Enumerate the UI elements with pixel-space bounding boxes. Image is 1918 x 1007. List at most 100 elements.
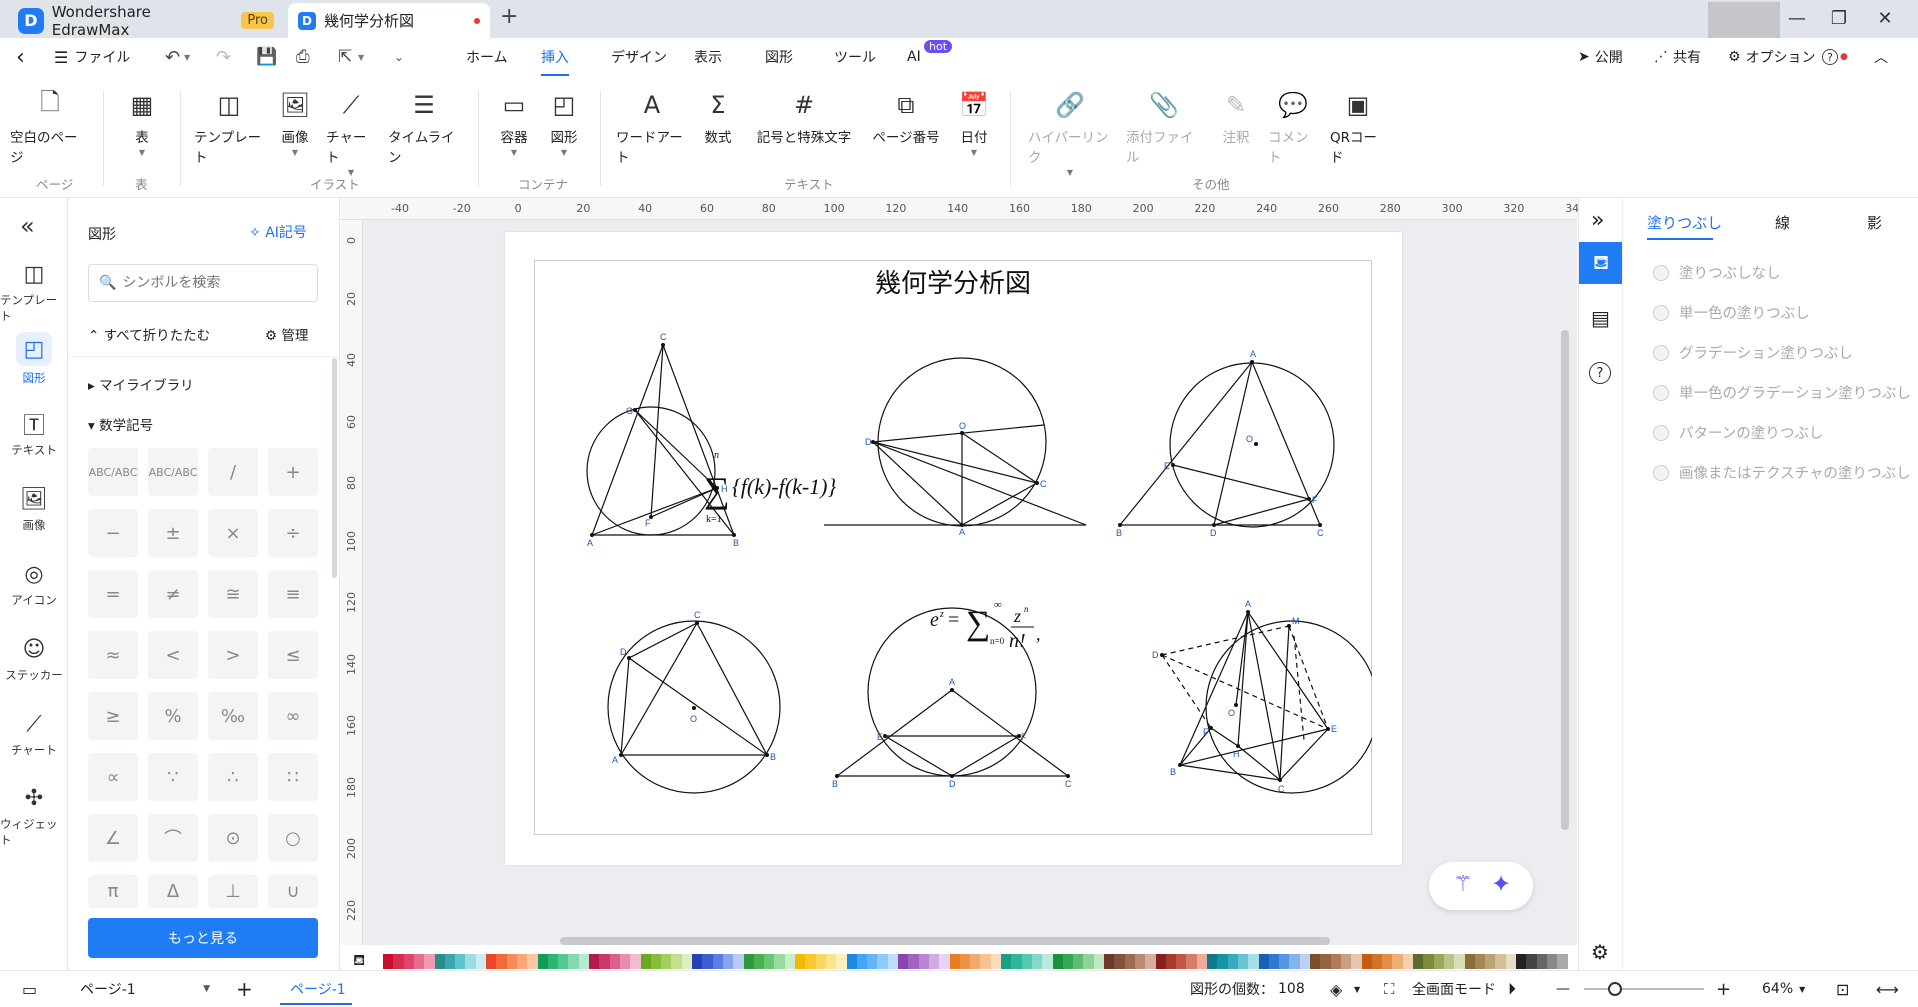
math-symbol-item[interactable]: + [268,448,318,496]
rail-text[interactable]: 🅃 テキスト [0,410,68,458]
help-button[interactable]: ? ● [1822,38,1848,76]
math-symbol-item[interactable]: ∞ [268,692,318,740]
new-tab-button[interactable]: + [500,4,518,29]
shape-button[interactable]: ◰ 図形 ▼ [546,90,582,157]
math-symbol-item[interactable]: ⊥ [208,875,258,908]
math-symbol-item[interactable]: ∵ [148,753,198,801]
fullscreen-mode-label[interactable]: 全画面モード [1412,971,1496,1007]
publish-button[interactable]: ➤ 公開 [1578,38,1623,76]
print-icon[interactable]: ⎙ [296,38,310,76]
math-symbol-item[interactable]: ABC/ABC [148,448,198,496]
note-button[interactable]: ✎ 注釈 [1218,90,1254,146]
rail-template[interactable]: ◫ テンプレート [0,260,68,324]
page-view-icon[interactable]: ▭ [22,971,37,1007]
math-symbol-item[interactable]: Δ [148,875,198,908]
figure-complex-inscribed[interactable] [1161,611,1372,794]
ai-symbol-button[interactable]: ✧ AI記号 [249,222,307,242]
collapse-panel-icon[interactable]: « [20,212,35,240]
math-symbol-item[interactable]: ∝ [88,753,138,801]
focus-icon[interactable]: ⛶ [1384,971,1395,1007]
maximize-button[interactable]: ❐ [1816,0,1862,36]
math-symbol-item[interactable]: > [208,631,258,679]
math-symbol-item[interactable]: = [88,570,138,618]
geometry-diagram[interactable]: 幾何学分析図 C G H F A B O D C A A O E F B D C… [534,260,1372,835]
my-library-section[interactable]: ▸ マイライブラリ [88,374,194,394]
math-symbol-item[interactable]: ≥ [88,692,138,740]
search-input[interactable] [122,275,303,291]
canvas-vertical-scrollbar[interactable] [1561,330,1569,830]
menu-insert[interactable]: 挿入 [541,38,569,76]
template-button[interactable]: ◫ テンプレート [194,90,264,166]
magic-wand-icon[interactable]: ⚚ [1453,872,1473,897]
symbols-button[interactable]: # 記号と特殊文字 [752,90,856,146]
math-symbol-item[interactable]: ⊙ [208,814,258,862]
rail-shapes[interactable]: ◰ 図形 [0,332,68,386]
undo-dropdown-icon[interactable]: ▼ [184,38,190,76]
menu-home[interactable]: ホーム [466,38,508,76]
table-button[interactable]: ▦ 表 ▼ [122,90,162,157]
math-symbol-item[interactable]: ○ [268,814,318,862]
app-tab[interactable]: D Wondershare EdrawMax Pro [8,3,284,39]
option-gradient-fill[interactable]: グラデーション塗りつぶし [1653,342,1853,363]
rail-sticker[interactable]: ☺ ステッカー [0,635,68,683]
math-symbol-item[interactable]: < [148,631,198,679]
more-button[interactable]: もっと見る [88,918,318,958]
math-symbol-item[interactable]: ≠ [148,570,198,618]
qrcode-button[interactable]: ▣ QRコード [1330,90,1386,166]
blank-page-button[interactable]: 🗋 空白のページ [10,88,90,167]
manage-button[interactable]: ⚙ 管理 [265,324,308,344]
option-image-fill[interactable]: 画像またはテクスチャの塗りつぶし [1653,462,1911,483]
zoom-slider[interactable] [1584,988,1704,990]
math-symbol-item[interactable]: ABC/ABC [88,448,138,496]
menu-view[interactable]: 表示 [694,38,722,76]
help-circle-icon[interactable]: ? [1589,362,1611,384]
layers-icon[interactable]: ◈ [1330,971,1342,1007]
rail-image[interactable]: 🖼 画像 [0,485,68,533]
page-number-button[interactable]: ⧉ ページ番号 [870,90,942,146]
menu-ai[interactable]: AI [907,38,921,76]
math-symbol-item[interactable]: ∴ [208,753,258,801]
symbol-search[interactable]: 🔍 [88,264,318,302]
menu-tools[interactable]: ツール [834,38,876,76]
math-symbol-item[interactable]: × [208,509,258,557]
formula-button[interactable]: Σ 数式 [700,90,736,146]
option-single-gradient-fill[interactable]: 単一色のグラデーション塗りつぶし [1653,382,1911,403]
figure-circle-tangent[interactable] [824,357,1087,527]
math-symbols-section[interactable]: ▾ 数学記号 [88,414,153,434]
avatar[interactable] [1708,2,1780,38]
minimize-button[interactable]: — [1774,0,1820,36]
fill-bucket-icon[interactable]: ⛾ [353,951,365,971]
math-symbol-item[interactable]: % [148,692,198,740]
page-selector[interactable]: ページ-1 ▼ [80,971,210,1007]
zoom-slider-knob[interactable] [1608,982,1622,996]
rail-widget[interactable]: ✣ ウィジェット [0,784,68,848]
back-button[interactable]: ‹ [16,38,25,76]
hyperlink-button[interactable]: 🔗 ハイパーリンク ▼ [1028,90,1112,177]
math-symbol-item[interactable]: ÷ [268,509,318,557]
tab-fill[interactable]: 塗りつぶし [1647,212,1722,233]
wordart-button[interactable]: A ワードアート [616,90,688,166]
share-button[interactable]: ⋰ 共有 [1654,38,1701,76]
page-tab-1[interactable]: ページ-1 [290,971,346,1007]
figure-circle-triangle[interactable] [1119,361,1335,528]
math-symbol-item[interactable]: π [88,875,138,908]
container-button[interactable]: ▭ 容器 ▼ [496,90,532,157]
math-symbol-item[interactable]: ∠ [88,814,138,862]
panel-scrollbar[interactable] [332,358,337,578]
formula-sum-difference[interactable]: n ∑ k=1 {f(k)-f(k-1)} [704,450,837,525]
zoom-in-button[interactable]: + [1716,971,1731,1007]
fit-page-icon[interactable]: ⊡ [1836,971,1849,1007]
math-symbol-item[interactable]: ≈ [88,631,138,679]
expand-panel-icon[interactable]: » [1591,208,1604,233]
fit-width-icon[interactable]: ⟷ [1876,971,1899,1007]
color-swatch[interactable] [1557,954,1569,969]
tab-shadow[interactable]: 影 [1867,212,1882,233]
rail-chart[interactable]: ⟋ チャート [0,710,68,758]
math-symbol-item[interactable]: ± [148,509,198,557]
page-properties-icon[interactable]: ▤ [1591,306,1610,330]
math-symbol-item[interactable]: ‰ [208,692,258,740]
more-dropdown-icon[interactable]: ⌄ [394,38,404,76]
math-symbol-item[interactable]: ≅ [208,570,258,618]
comment-button[interactable]: 💬 コメント [1268,90,1318,166]
math-symbol-item[interactable]: ⌒ [148,814,198,862]
